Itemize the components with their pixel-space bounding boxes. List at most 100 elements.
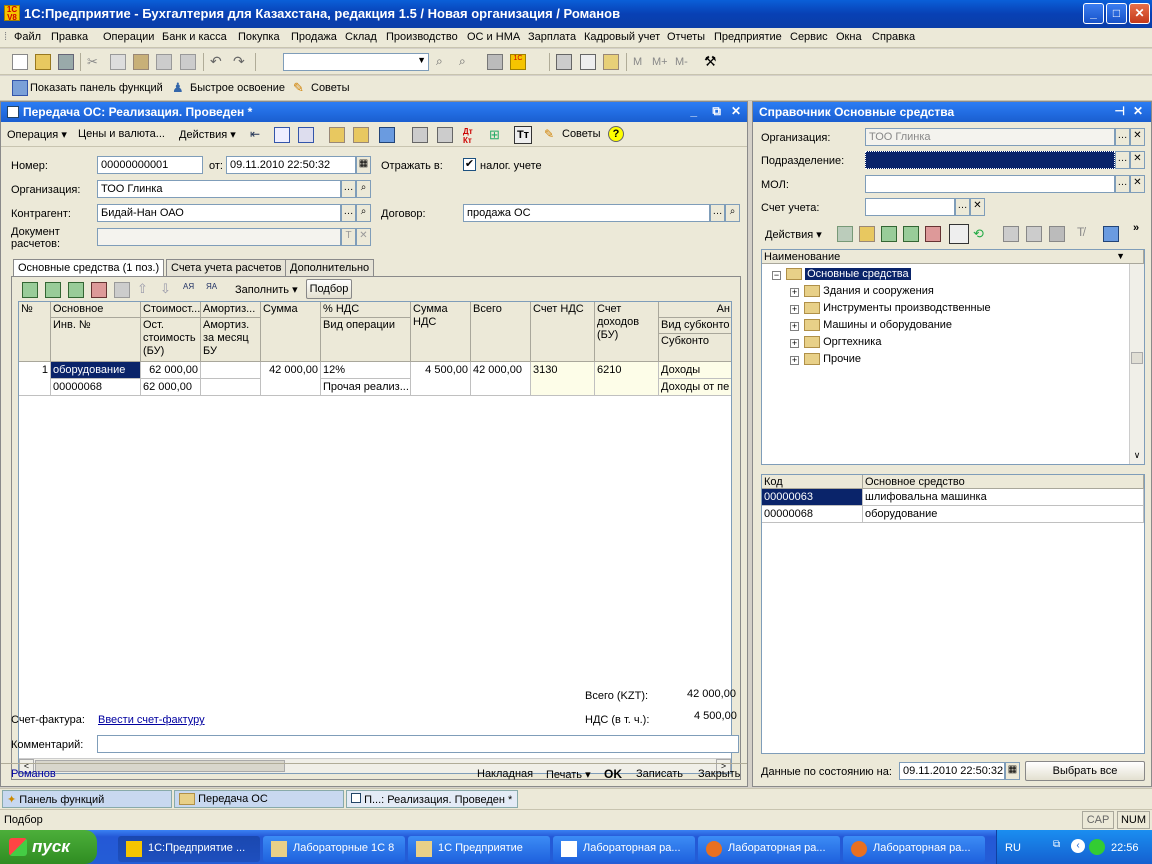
ref-org-select-button[interactable]: … — [1115, 128, 1130, 146]
cell-sum[interactable]: 42 000,00 — [261, 362, 321, 396]
cell-asset[interactable]: оборудование — [51, 362, 141, 379]
organization-select-button[interactable]: … — [341, 180, 356, 198]
col-header-inv[interactable]: Инв. № — [51, 318, 141, 362]
ref-refresh-icon[interactable]: ⟲ — [973, 226, 989, 242]
menu-operations[interactable]: Операции — [103, 31, 154, 43]
calendar-button[interactable]: ▦ — [356, 156, 371, 174]
user-link[interactable]: Романов — [11, 768, 56, 780]
tree-expand-icon[interactable]: + — [790, 339, 799, 348]
ref-account-clear-button[interactable]: ✕ — [970, 198, 985, 216]
text-icon[interactable]: Тт — [514, 126, 532, 144]
end-edit-icon[interactable] — [114, 282, 130, 298]
tree-expand-icon[interactable]: + — [790, 305, 799, 314]
tree-collapse-icon[interactable]: − — [772, 271, 781, 280]
dt-kt-icon[interactable]: Дт Кт — [463, 127, 479, 145]
state-date-field[interactable]: 09.11.2010 22:50:32 — [899, 762, 1005, 780]
col-header-income-account[interactable]: Счет доходов (БУ) — [595, 302, 659, 362]
settlement-clear-button[interactable]: ✕ — [356, 228, 371, 246]
tips-button[interactable]: Советы — [311, 82, 349, 94]
list-cell-asset[interactable]: шлифовальна машинка — [863, 489, 1144, 506]
quick-learn-button[interactable]: Быстрое освоение — [190, 82, 285, 94]
ref-close-button[interactable]: ✕ — [1133, 104, 1143, 118]
taskbar-item-1c-folder[interactable]: 1С Предприятие — [408, 836, 550, 862]
col-header-vat-sum[interactable]: Сумма НДС — [411, 302, 471, 362]
arrow-left-icon[interactable]: ⇤ — [250, 127, 266, 143]
save-button[interactable]: Записать — [636, 768, 683, 780]
number-field[interactable]: 00000000001 — [97, 156, 203, 174]
doc-tips-button[interactable]: Советы — [562, 128, 600, 140]
cell-vat-rate[interactable]: 12% — [321, 362, 411, 379]
ref-account-select-button[interactable]: … — [955, 198, 970, 216]
edit-row-icon[interactable] — [68, 282, 84, 298]
cell-vat-sum[interactable]: 4 500,00 — [411, 362, 471, 396]
print-menu[interactable]: Печать ▾ — [546, 768, 591, 781]
maximize-button[interactable]: □ — [1106, 3, 1127, 24]
copy-row-icon[interactable] — [45, 282, 61, 298]
move-up-icon[interactable]: ⇧ — [137, 281, 153, 297]
ref-mol-select-button[interactable]: … — [1115, 175, 1130, 193]
ok-button[interactable]: OK — [604, 767, 622, 781]
1c-icon[interactable]: 1С — [510, 54, 526, 70]
tax-accounting-checkbox[interactable]: ✔ — [463, 158, 476, 171]
sort-desc-icon[interactable]: ЯА — [206, 282, 222, 298]
ref-add-group-icon[interactable] — [859, 226, 875, 242]
ref-mol-field[interactable] — [865, 175, 1115, 193]
ref-mol-clear-button[interactable]: ✕ — [1130, 175, 1145, 193]
copy-icon[interactable] — [110, 54, 126, 70]
cell-vat-account[interactable]: 3130 — [531, 362, 595, 396]
organization-search-button[interactable]: ⌕ — [356, 180, 371, 198]
show-panel-button[interactable]: Показать панель функций — [30, 82, 163, 94]
close-button[interactable]: ✕ — [1129, 3, 1150, 24]
cell-subconto-type[interactable]: Доходы — [659, 362, 731, 379]
memory-m-button[interactable]: M — [633, 56, 642, 68]
pick-button[interactable]: Подбор — [306, 279, 352, 299]
tree-expand-icon[interactable]: + — [790, 322, 799, 331]
close-doc-button[interactable]: Закрыть — [698, 768, 740, 780]
col-header-amort-month[interactable]: Амортиз. за месяц БУ — [201, 318, 261, 362]
movements-icon[interactable] — [353, 127, 369, 143]
col-header-vat-account[interactable]: Счет НДС — [531, 302, 595, 362]
taskbar-item-firefox-1[interactable]: Лабораторная ра... — [698, 836, 840, 862]
window-tab-document[interactable]: П...: Реализация. Проведен * — [346, 790, 518, 808]
col-header-an[interactable]: Ан — [659, 302, 731, 318]
cut-icon[interactable]: ✂ — [87, 54, 103, 70]
pin-icon[interactable]: ⊣ — [1115, 104, 1125, 118]
ref-dept-select-button[interactable]: … — [1115, 151, 1130, 169]
help-icon[interactable]: ? — [608, 126, 624, 142]
enter-invoice-link[interactable]: Ввести счет-фактуру — [98, 714, 205, 726]
tree-scroll-thumb[interactable] — [1131, 352, 1143, 364]
operation-menu[interactable]: Операция ▾ — [7, 128, 67, 141]
post-icon[interactable] — [274, 127, 290, 143]
cell-operation-type[interactable]: Прочая реализ... — [321, 379, 411, 396]
ref-edit-icon[interactable] — [903, 226, 919, 242]
menu-bank[interactable]: Банк и касса — [162, 31, 227, 43]
tree-item[interactable]: Инструменты производственные — [804, 302, 991, 315]
tab-settlement-accounts[interactable]: Счета учета расчетов — [166, 259, 287, 276]
ref-list[interactable]: Код Основное средство 00000063 шлифоваль… — [761, 474, 1145, 754]
move-down-icon[interactable]: ⇩ — [160, 281, 176, 297]
cell-residual[interactable]: 62 000,00 — [141, 379, 201, 396]
col-header-sum[interactable]: Сумма — [261, 302, 321, 362]
ref-actions-menu[interactable]: Действия ▾ — [765, 228, 822, 241]
prices-currency-button[interactable]: Цены и валюта... — [78, 128, 165, 140]
menu-purchase[interactable]: Покупка — [238, 31, 280, 43]
structure-icon[interactable] — [329, 127, 345, 143]
ref-based-on-icon[interactable] — [1103, 226, 1119, 242]
doc-minimize-button[interactable]: _ — [690, 104, 697, 118]
cell-inv[interactable]: 00000068 — [51, 379, 141, 396]
col-header-subconto-type[interactable]: Вид субконто — [659, 318, 731, 334]
menu-service[interactable]: Сервис — [790, 31, 828, 43]
settlement-type-button[interactable]: T — [341, 228, 356, 246]
save-disk-icon[interactable] — [58, 54, 74, 70]
open-folder-icon[interactable] — [35, 54, 51, 70]
restore-windows-icon[interactable]: ⧉ — [1053, 839, 1060, 850]
calendar-icon[interactable] — [580, 54, 596, 70]
col-header-asset[interactable]: Основное сред... — [51, 302, 141, 318]
delete-row-icon[interactable] — [91, 282, 107, 298]
cell-cost[interactable]: 62 000,00 — [141, 362, 201, 379]
contract-field[interactable]: продажа ОС — [463, 204, 710, 222]
tray-app-icon[interactable] — [1089, 839, 1105, 855]
window-tab-transfer[interactable]: Передача ОС — [174, 790, 344, 808]
tree-expand-icon[interactable]: + — [790, 356, 799, 365]
col-header-residual[interactable]: Ост. стоимость (БУ) — [141, 318, 201, 362]
